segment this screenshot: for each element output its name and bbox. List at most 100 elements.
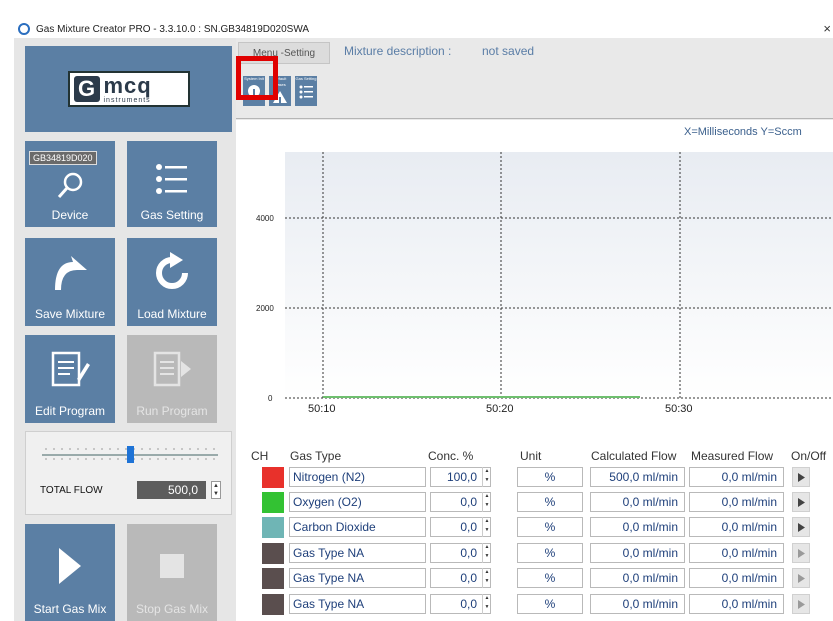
col-header-on-off: On/Off xyxy=(791,449,827,463)
channel-toggle-button[interactable] xyxy=(792,543,810,563)
channel-color-swatch xyxy=(262,492,284,513)
concentration-spinner[interactable]: ▲ ▼ xyxy=(482,492,491,512)
gas-setting-label: Gas Setting xyxy=(140,208,204,222)
stop-icon xyxy=(127,552,217,580)
concentration-spinner[interactable]: ▲ ▼ xyxy=(482,543,491,563)
reload-icon xyxy=(127,252,217,294)
device-button[interactable]: GB34819D020 Device xyxy=(25,141,115,227)
concentration-spinner[interactable]: ▲ ▼ xyxy=(482,594,491,614)
strip-divider xyxy=(236,118,833,119)
gas-type-select[interactable]: Nitrogen (N2) xyxy=(289,467,426,487)
total-flow-input[interactable]: 500,0 xyxy=(137,481,206,499)
channel-color-swatch xyxy=(262,517,284,538)
calculated-flow-value: 0,0 ml/min xyxy=(590,594,685,614)
channel-toggle-button[interactable] xyxy=(792,594,810,614)
flow-slider-thumb[interactable] xyxy=(127,446,134,463)
col-header-gas-type: Gas Type xyxy=(290,449,342,463)
total-flow-label: TOTAL FLOW xyxy=(40,485,103,496)
gas-type-select[interactable]: Carbon Dioxide xyxy=(289,517,426,537)
logo-box: G mcq instruments xyxy=(67,71,190,107)
load-mixture-label: Load Mixture xyxy=(137,307,207,321)
unit-select[interactable]: % xyxy=(517,594,583,614)
unit-select[interactable]: % xyxy=(517,492,583,512)
channel-color-swatch xyxy=(262,543,284,564)
play-icon xyxy=(797,472,805,482)
total-flow-panel: TOTAL FLOW 500,0 ▲ ▼ xyxy=(25,431,232,515)
col-header-measured-flow: Measured Flow xyxy=(691,449,774,463)
concentration-spinner[interactable]: ▲ ▼ xyxy=(482,568,491,588)
gas-setting-toolbar-button[interactable]: Gas Setting xyxy=(295,76,317,106)
save-mixture-button[interactable]: Save Mixture xyxy=(25,238,115,326)
edit-document-icon xyxy=(25,349,115,391)
x-tick-5020: 50:20 xyxy=(486,403,514,415)
play-icon xyxy=(797,573,805,583)
channel-color-swatch xyxy=(262,467,284,488)
run-program-button[interactable]: Run Program xyxy=(127,335,217,423)
unit-select[interactable]: % xyxy=(517,543,583,563)
edit-program-label: Edit Program xyxy=(34,404,106,418)
calculated-flow-value: 500,0 ml/min xyxy=(590,467,685,487)
list-icon xyxy=(295,84,317,100)
calculated-flow-value: 0,0 ml/min xyxy=(590,543,685,563)
app-window: Gas Mixture Creator PRO - 3.3.10.0 : SN.… xyxy=(0,0,833,621)
search-icon xyxy=(25,171,115,201)
gas-setting-toolbar-label: Gas Setting xyxy=(295,76,317,81)
undo-arrow-icon xyxy=(25,252,115,294)
run-program-label: Run Program xyxy=(136,404,208,418)
channel-color-swatch xyxy=(262,594,284,615)
play-icon xyxy=(797,599,805,609)
channel-toggle-button[interactable] xyxy=(792,568,810,588)
load-mixture-button[interactable]: Load Mixture xyxy=(127,238,217,326)
concentration-spinner[interactable]: ▲ ▼ xyxy=(482,467,491,487)
device-label: Device xyxy=(51,208,89,222)
measured-flow-value: 0,0 ml/min xyxy=(689,492,784,512)
toolbar-strip: Menu -Setting Mixture description : not … xyxy=(236,38,833,120)
total-flow-spinner[interactable]: ▲ ▼ xyxy=(211,481,221,499)
play-icon xyxy=(797,522,805,532)
plot-area xyxy=(285,152,833,398)
close-icon[interactable]: × xyxy=(823,21,831,36)
channel-toggle-button[interactable] xyxy=(792,467,810,487)
serial-badge: GB34819D020 xyxy=(29,151,97,165)
col-header-ch: CH xyxy=(251,449,269,463)
concentration-spinner[interactable]: ▲ ▼ xyxy=(482,517,491,537)
channel-toggle-button[interactable] xyxy=(792,492,810,512)
play-icon xyxy=(797,497,805,507)
calculated-flow-value: 0,0 ml/min xyxy=(590,568,685,588)
unit-select[interactable]: % xyxy=(517,568,583,588)
mixture-description-label: Mixture description : xyxy=(344,44,452,58)
highlight-box xyxy=(236,56,278,100)
stop-gas-mix-label: Stop Gas Mix xyxy=(135,602,209,616)
left-panel: G mcq instruments GB34819D020 Device Gas… xyxy=(14,38,236,621)
gas-setting-button[interactable]: Gas Setting xyxy=(127,141,217,227)
run-document-icon xyxy=(127,349,217,391)
x-tick-5030: 50:30 xyxy=(665,403,693,415)
logo-subtitle: instruments xyxy=(103,96,151,104)
col-header-unit: Unit xyxy=(520,449,542,463)
channel-toggle-button[interactable] xyxy=(792,517,810,537)
stop-gas-mix-button[interactable]: Stop Gas Mix xyxy=(127,524,217,621)
flow-chart: 4000 2000 0 50:10 50:20 50:30 xyxy=(256,152,833,415)
unit-select[interactable]: % xyxy=(517,467,583,487)
calculated-flow-value: 0,0 ml/min xyxy=(590,492,685,512)
y-tick-4000: 4000 xyxy=(256,214,274,223)
channel-color-swatch xyxy=(262,568,284,589)
x-tick-5010: 50:10 xyxy=(308,403,336,415)
app-logo-icon xyxy=(18,23,30,35)
unit-select[interactable]: % xyxy=(517,517,583,537)
start-gas-mix-label: Start Gas Mix xyxy=(33,602,107,616)
logo-name: mcq xyxy=(103,72,152,98)
measured-flow-value: 0,0 ml/min xyxy=(689,568,784,588)
gas-type-select[interactable]: Gas Type NA xyxy=(289,543,426,563)
start-gas-mix-button[interactable]: Start Gas Mix xyxy=(25,524,115,621)
col-header-calculated-flow: Calculated Flow xyxy=(591,449,677,463)
mixture-description-value: not saved xyxy=(482,44,535,58)
gas-type-select[interactable]: Gas Type NA xyxy=(289,594,426,614)
calculated-flow-value: 0,0 ml/min xyxy=(590,517,685,537)
title-bar: Gas Mixture Creator PRO - 3.3.10.0 : SN.… xyxy=(14,20,833,38)
y-tick-0: 0 xyxy=(268,394,273,403)
window-title: Gas Mixture Creator PRO - 3.3.10.0 : SN.… xyxy=(36,23,310,35)
gas-type-select[interactable]: Gas Type NA xyxy=(289,568,426,588)
edit-program-button[interactable]: Edit Program xyxy=(25,335,115,423)
gas-type-select[interactable]: Oxygen (O2) xyxy=(289,492,426,512)
